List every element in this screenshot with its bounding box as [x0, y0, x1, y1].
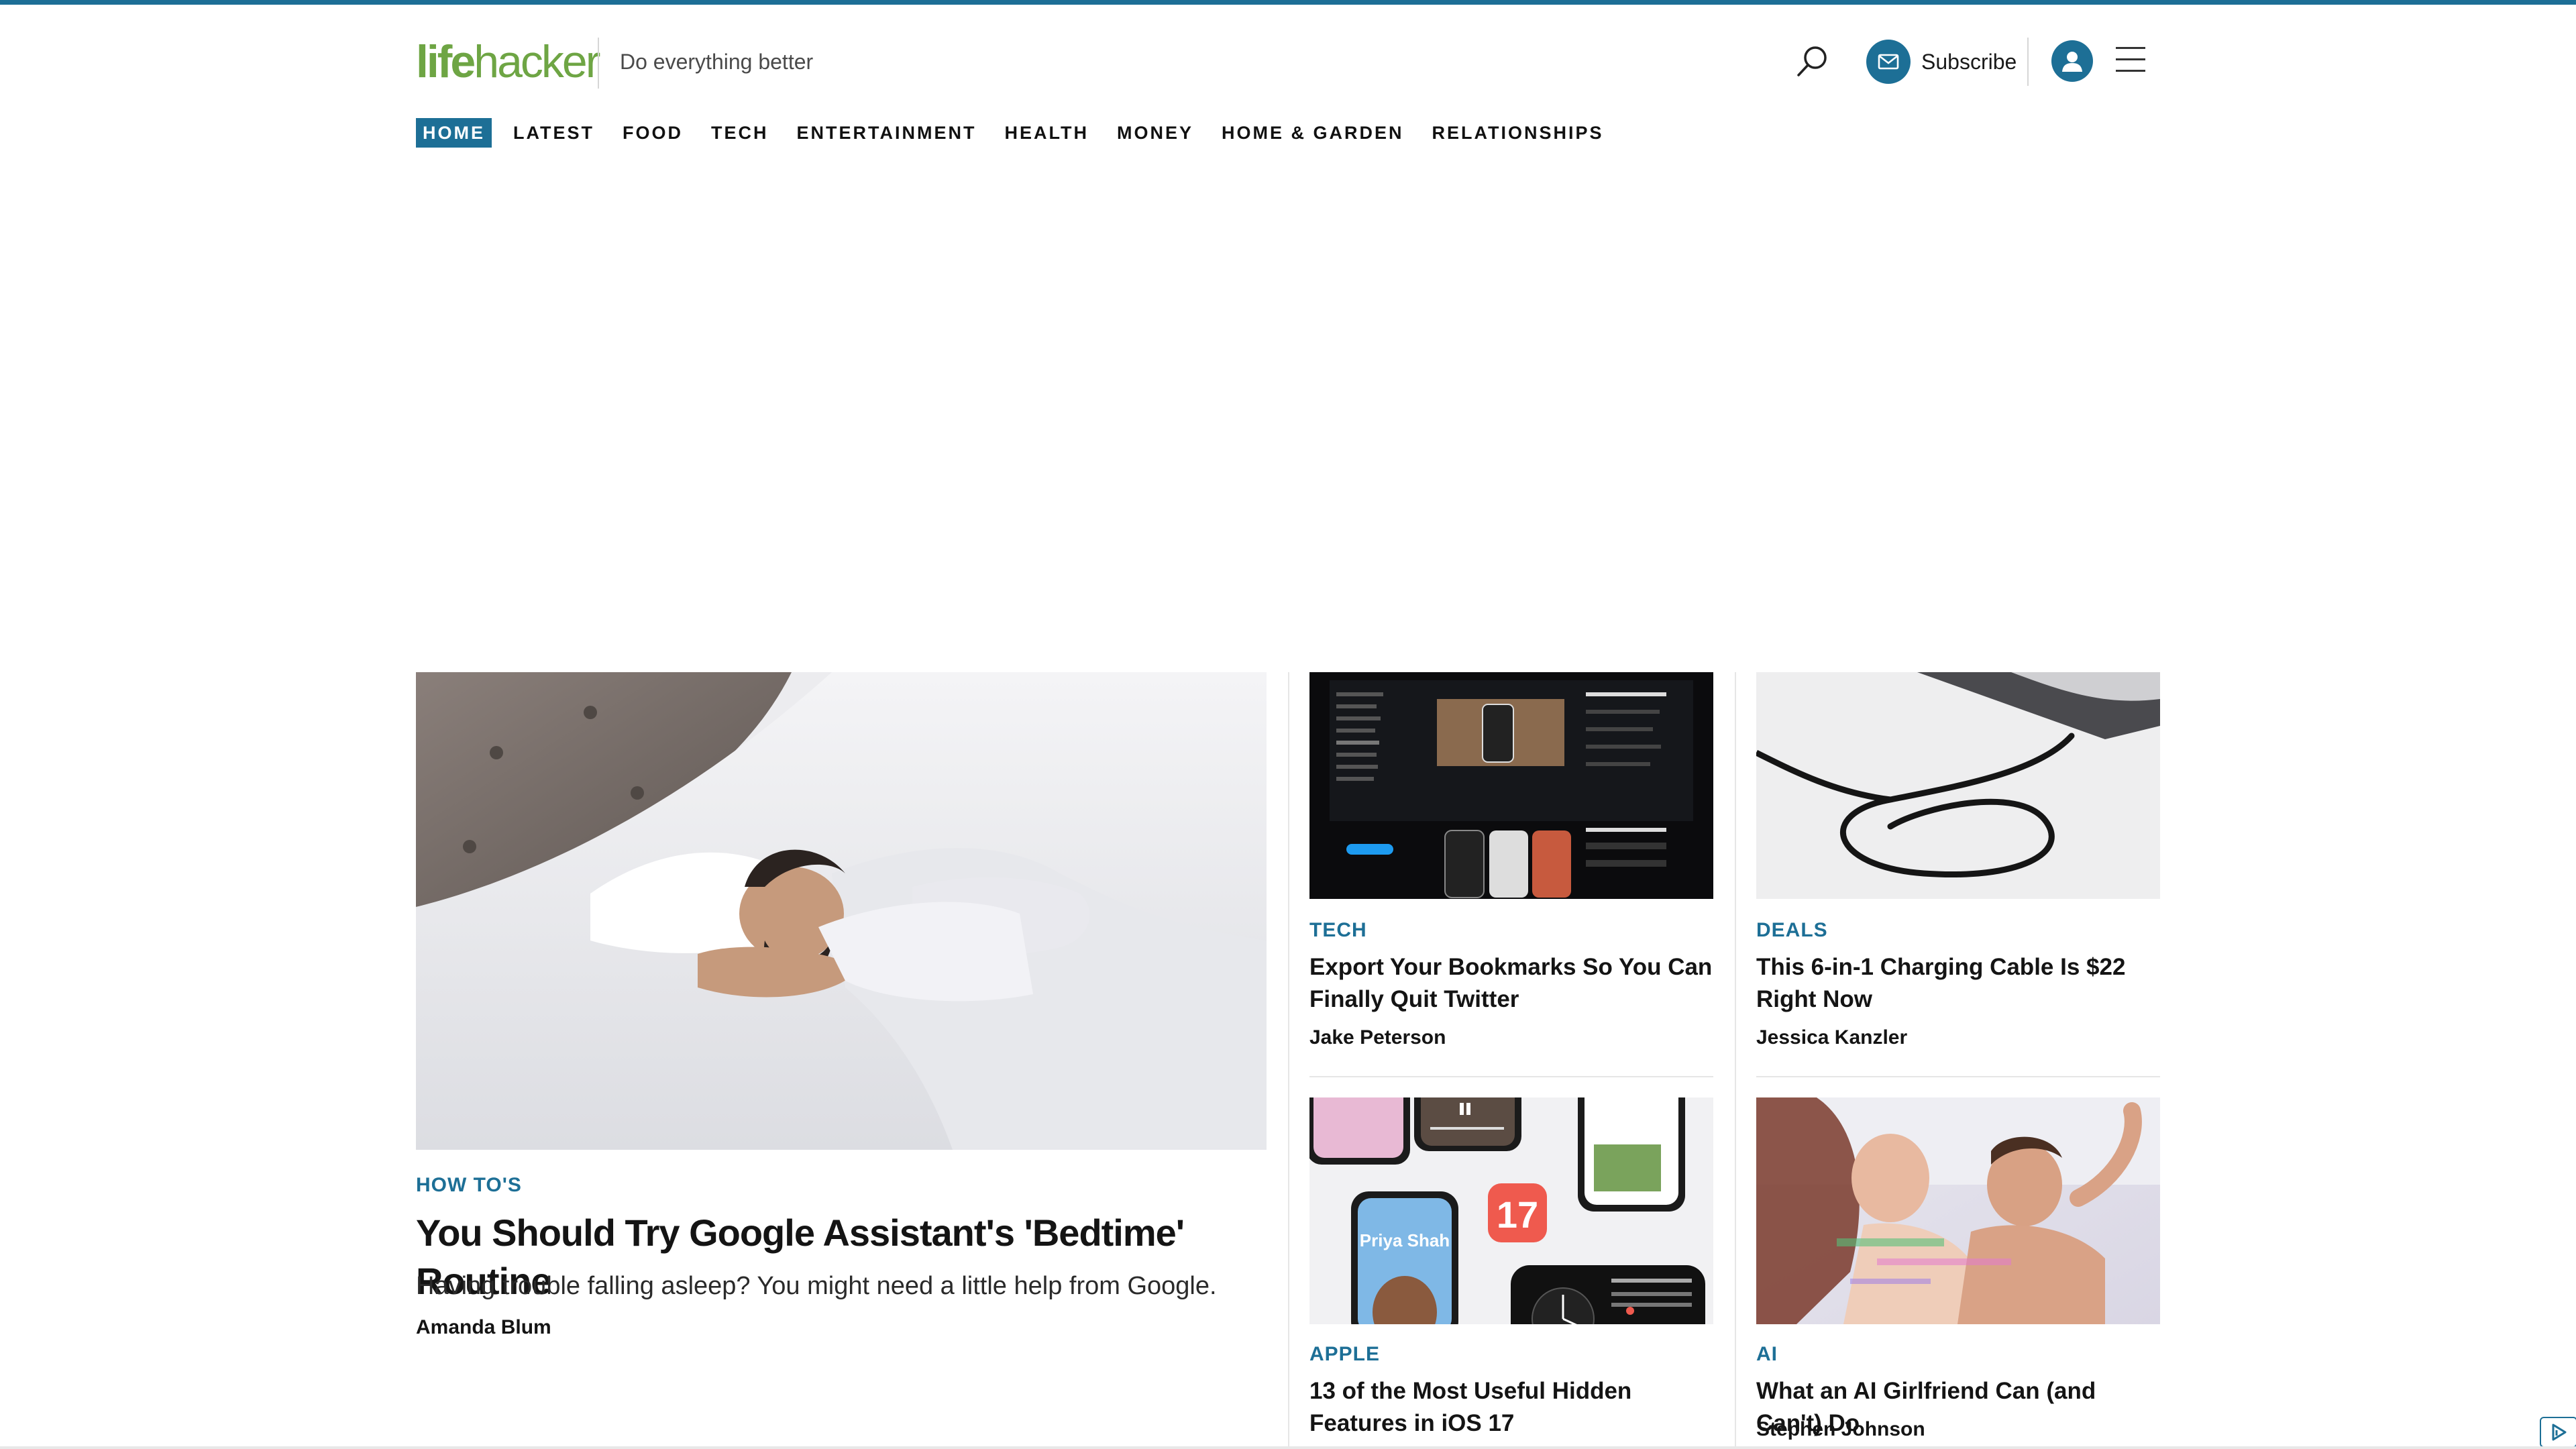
ad-placeholder	[416, 181, 2160, 644]
mail-icon	[1866, 40, 1911, 84]
card-category[interactable]: APPLE	[1309, 1343, 1380, 1366]
featured-category[interactable]: HOW TO'S	[416, 1174, 522, 1197]
lifehacker-logo[interactable]: life hacker	[416, 39, 600, 85]
featured-article-image[interactable]	[416, 672, 1267, 1150]
ios-17-app-icon-number: 17	[1497, 1193, 1538, 1236]
nav-item-latest[interactable]: LATEST	[506, 118, 601, 148]
card-image-twitter-bookmarks[interactable]	[1309, 672, 1713, 899]
contact-poster-name: Priya Shah	[1360, 1230, 1450, 1250]
nav-item-money[interactable]: MONEY	[1110, 118, 1200, 148]
card-image-ai-girlfriend[interactable]	[1756, 1097, 2160, 1324]
row-divider	[1309, 1076, 1713, 1077]
nav-item-health[interactable]: HEALTH	[998, 118, 1096, 148]
card-category[interactable]: AI	[1756, 1343, 1778, 1366]
card-title[interactable]: Export Your Bookmarks So You Can Finally…	[1309, 951, 1713, 1016]
adchoices-icon[interactable]	[2540, 1417, 2576, 1448]
card-image-charging-cable[interactable]	[1756, 672, 2160, 899]
nav-item-relationships[interactable]: RELATIONSHIPS	[1426, 118, 1611, 148]
nav-item-home-garden[interactable]: HOME & GARDEN	[1215, 118, 1411, 148]
card-author[interactable]: Jake Peterson	[1309, 1026, 1446, 1049]
card-category[interactable]: DEALS	[1756, 919, 1828, 942]
card-category[interactable]: TECH	[1309, 919, 1367, 942]
card-author[interactable]: Stephen Johnson	[1756, 1418, 1925, 1441]
account-button[interactable]	[2051, 40, 2093, 82]
subscribe-button[interactable]: Subscribe	[1866, 38, 2017, 86]
header-divider	[2027, 38, 2029, 86]
card-title[interactable]: This 6-in-1 Charging Cable Is $22 Right …	[1756, 951, 2160, 1016]
column-divider	[1735, 672, 1736, 1449]
page-bottom-border	[0, 1446, 2576, 1449]
nav-item-food[interactable]: FOOD	[616, 118, 690, 148]
card-image-ios17[interactable]: 17 Priya Shah	[1309, 1097, 1713, 1324]
card-author[interactable]: Jessica Kanzler	[1756, 1026, 1907, 1049]
column-divider	[1288, 672, 1289, 1449]
hamburger-menu-icon[interactable]	[2116, 47, 2145, 76]
search-button[interactable]	[1792, 42, 1833, 82]
card-title[interactable]: 13 of the Most Useful Hidden Features in…	[1309, 1375, 1713, 1440]
nav-item-home[interactable]: HOME	[416, 118, 492, 148]
featured-author[interactable]: Amanda Blum	[416, 1316, 551, 1339]
featured-description: Having trouble falling asleep? You might…	[416, 1272, 1217, 1300]
nav-item-tech[interactable]: TECH	[704, 118, 775, 148]
logo-divider	[598, 38, 599, 89]
subscribe-label: Subscribe	[1921, 49, 2017, 74]
user-icon	[2062, 52, 2082, 72]
main-nav: HOME LATEST FOOD TECH ENTERTAINMENT HEAL…	[416, 118, 1625, 148]
site-tagline: Do everything better	[620, 50, 814, 74]
top-accent-bar	[0, 0, 2576, 5]
row-divider	[1756, 1076, 2160, 1077]
nav-item-entertainment[interactable]: ENTERTAINMENT	[790, 118, 983, 148]
search-icon	[1797, 46, 1827, 76]
